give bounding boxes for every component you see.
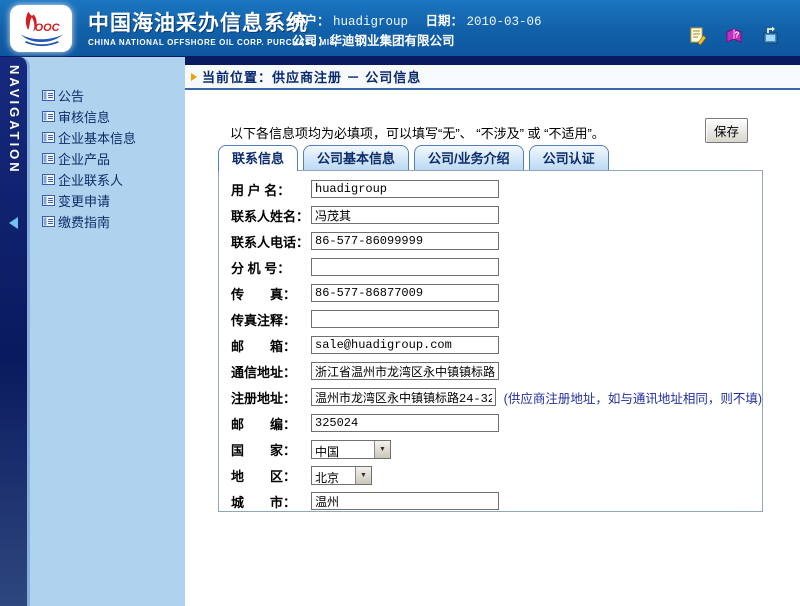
sidebar-item-label: 变更申请 <box>58 191 110 210</box>
tab-contact-info[interactable]: 联系信息 <box>218 145 298 171</box>
sidebar-item-label: 企业产品 <box>58 149 110 168</box>
form-row: 分 机 号： <box>231 254 762 280</box>
app-header: OOC 中国海油采办信息系统 CHINA NATIONAL OFFSHORE O… <box>0 0 800 57</box>
region-select-value: 北京 <box>312 467 355 484</box>
company-value: 华迪钢业集团有限公司 <box>330 34 455 48</box>
mailing-address-input[interactable] <box>311 362 499 380</box>
form-row: 传 真： <box>231 280 762 306</box>
email-label: 邮 箱： <box>231 336 311 355</box>
logout-icon[interactable] <box>760 26 780 46</box>
tab-company-basic-info[interactable]: 公司基本信息 <box>303 145 409 170</box>
contact-phone-input[interactable] <box>311 232 499 250</box>
registered-address-input[interactable] <box>311 388 496 406</box>
sidebar-item-audit-info[interactable]: 审核信息 <box>42 106 185 127</box>
fax-note-label: 传真注释： <box>231 310 311 329</box>
form-row: 联系人姓名： <box>231 202 762 228</box>
chevron-down-icon[interactable]: ▼ <box>374 441 390 458</box>
navigation-label: NAVIGATION <box>7 65 22 175</box>
form-row: 通信地址： <box>231 358 762 384</box>
sidebar-item-label: 企业基本信息 <box>58 128 136 147</box>
extension-label: 分 机 号： <box>231 258 311 277</box>
city-input[interactable] <box>311 492 499 510</box>
user-value: huadigroup <box>333 15 408 29</box>
sidebar: NAVIGATION 公告 审核信息 企业基本信息 企业产品 企业联系 <box>0 57 185 606</box>
sidebar-menu: 公告 审核信息 企业基本信息 企业产品 企业联系人 变更申请 <box>30 57 185 606</box>
fax-label: 传 真： <box>231 284 311 303</box>
chevron-down-icon[interactable]: ▼ <box>355 467 371 484</box>
form-icon <box>42 173 55 186</box>
top-band <box>185 57 800 65</box>
region-label: 地 区： <box>231 466 311 485</box>
form-row: 联系人电话： <box>231 228 762 254</box>
edit-note-icon[interactable] <box>688 26 708 46</box>
svg-text:OOC: OOC <box>35 21 61 33</box>
svg-text:?: ? <box>735 31 740 40</box>
email-input[interactable] <box>311 336 499 354</box>
content-area: 以下各信息项均为必填项，可以填写“无”、 “不涉及” 或 “不适用”。 保存 联… <box>185 90 800 606</box>
tab-company-business-intro[interactable]: 公司/业务介绍 <box>414 145 524 170</box>
cnooc-logo: OOC <box>10 5 72 52</box>
date-value: 2010-03-06 <box>466 15 541 29</box>
form-row: 城 市： <box>231 488 762 514</box>
form-icon <box>42 110 55 123</box>
breadcrumb: 当前位置：供应商注册 － 公司信息 <box>185 65 800 90</box>
country-select[interactable]: 中国 ▼ <box>311 440 391 459</box>
username-label: 用 户 名： <box>231 180 311 199</box>
tab-bar: 联系信息 公司基本信息 公司/业务介绍 公司认证 <box>218 145 614 171</box>
form-row: 地 区： 北京 ▼ <box>231 462 762 488</box>
collapse-arrow-icon[interactable] <box>9 217 18 229</box>
required-fields-notice: 以下各信息项均为必填项，可以填写“无”、 “不涉及” 或 “不适用”。 <box>230 123 605 142</box>
postcode-label: 邮 编： <box>231 414 311 433</box>
sidebar-item-label: 公告 <box>58 86 84 105</box>
sidebar-item-label: 企业联系人 <box>58 170 123 189</box>
date-label: 日期： <box>425 14 463 28</box>
extension-input[interactable] <box>311 258 499 276</box>
form-row: 邮 箱： <box>231 332 762 358</box>
form-icon <box>42 131 55 144</box>
fax-input[interactable] <box>311 284 499 302</box>
sidebar-item-company-basic-info[interactable]: 企业基本信息 <box>42 127 185 148</box>
mailing-address-label: 通信地址： <box>231 362 311 381</box>
help-book-icon[interactable]: ? <box>724 26 744 46</box>
sidebar-item-announcements[interactable]: 公告 <box>42 85 185 106</box>
contact-name-input[interactable] <box>311 206 499 224</box>
country-select-value: 中国 <box>312 441 374 458</box>
form-icon <box>42 152 55 165</box>
user-label: 用户： <box>292 14 330 28</box>
sidebar-item-label: 缴费指南 <box>58 212 110 231</box>
sidebar-item-label: 审核信息 <box>58 107 110 126</box>
company-label: 公司： <box>292 34 330 48</box>
form-row: 注册地址： (供应商注册地址，如与通讯地址相同，则不填) <box>231 384 762 410</box>
session-info: 用户： huadigroup 日期： 2010-03-06 公司：华迪钢业集团有… <box>292 12 542 51</box>
country-label: 国 家： <box>231 440 311 459</box>
sidebar-item-company-contacts[interactable]: 企业联系人 <box>42 169 185 190</box>
cnooc-logo-icon: OOC <box>13 8 69 50</box>
sidebar-item-change-request[interactable]: 变更申请 <box>42 190 185 211</box>
tab-company-certification[interactable]: 公司认证 <box>529 145 609 170</box>
breadcrumb-label: 当前位置：供应商注册 － 公司信息 <box>202 67 421 86</box>
sidebar-item-company-products[interactable]: 企业产品 <box>42 148 185 169</box>
postcode-input[interactable] <box>311 414 499 432</box>
form-icon <box>42 215 55 228</box>
breadcrumb-arrow-icon <box>191 73 197 81</box>
navigation-strip: NAVIGATION <box>0 57 30 606</box>
form-row: 用 户 名： <box>231 176 762 202</box>
registered-address-label: 注册地址： <box>231 388 311 407</box>
form-icon <box>42 194 55 207</box>
sidebar-item-payment-guide[interactable]: 缴费指南 <box>42 211 185 232</box>
save-button[interactable]: 保存 <box>705 118 748 143</box>
fax-note-input[interactable] <box>311 310 499 328</box>
form-row: 国 家： 中国 ▼ <box>231 436 762 462</box>
main-area: 当前位置：供应商注册 － 公司信息 以下各信息项均为必填项，可以填写“无”、 “… <box>185 57 800 606</box>
contact-phone-label: 联系人电话： <box>231 232 311 251</box>
contact-info-panel: 用 户 名： 联系人姓名： 联系人电话： 分 机 号： 传 真： <box>218 170 763 512</box>
contact-name-label: 联系人姓名： <box>231 206 311 225</box>
city-label: 城 市： <box>231 492 311 511</box>
form-row: 邮 编： <box>231 410 762 436</box>
region-select[interactable]: 北京 ▼ <box>311 466 372 485</box>
form-row: 传真注释： <box>231 306 762 332</box>
registered-address-note: (供应商注册地址，如与通讯地址相同，则不填) <box>504 388 762 407</box>
form-icon <box>42 89 55 102</box>
username-input[interactable] <box>311 180 499 198</box>
